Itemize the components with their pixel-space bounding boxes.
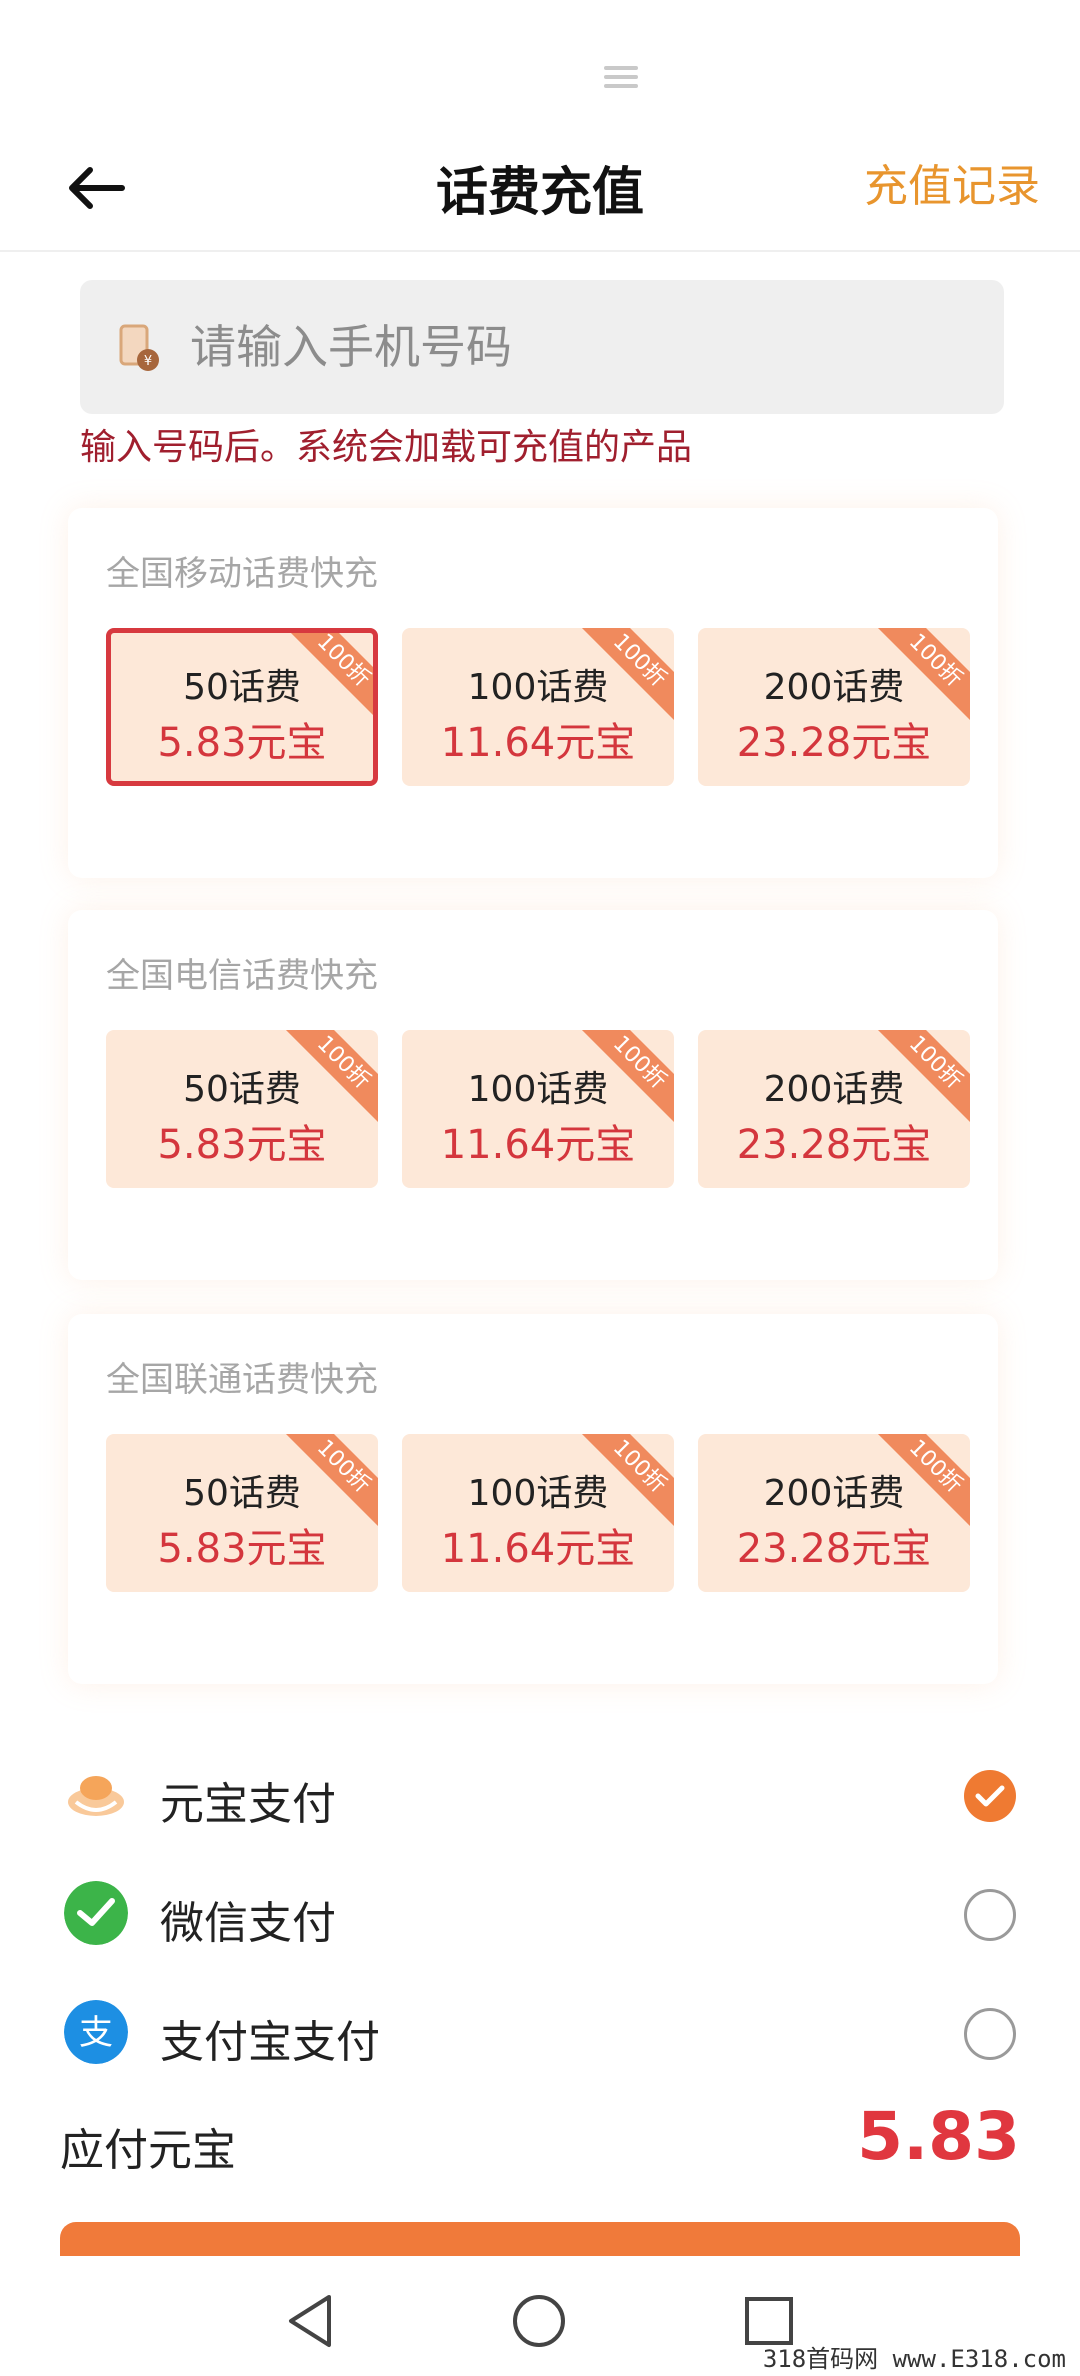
phone-input-container[interactable]: ¥ (80, 280, 1004, 414)
recharge-card[interactable]: 100折 200话费 23.28元宝 (698, 1434, 970, 1592)
payment-radio[interactable] (964, 1889, 1016, 1941)
card-price: 11.64元宝 (440, 1526, 636, 1572)
recharge-card[interactable]: 100折 50话费 5.83元宝 (106, 1030, 378, 1188)
nav-home-button[interactable] (504, 2286, 574, 2356)
card-face-value: 100话费 (467, 1473, 609, 1514)
phone-coin-icon: ¥ (119, 324, 159, 371)
recharge-card[interactable]: 100折 100话费 11.64元宝 (402, 628, 674, 786)
payment-label: 支付宝支付 (160, 2017, 380, 2068)
recharge-card[interactable]: 100折 50话费 5.83元宝 (106, 628, 378, 786)
circle-home-icon (513, 2295, 565, 2347)
recharge-card[interactable]: 100折 200话费 23.28元宝 (698, 1030, 970, 1188)
payment-option-alipay[interactable]: 支 支付宝支付 (60, 1982, 1020, 2082)
unicom-recharge-section: 全国联通话费快充 100折 50话费 5.83元宝 100折 100话费 11.… (68, 1314, 998, 1684)
card-face-value: 50话费 (183, 667, 301, 708)
top-nav-bar: 话费充值 充值记录 (0, 120, 1080, 252)
payment-option-wechat[interactable]: 微信支付 (60, 1863, 1020, 1963)
watermark-text: 318首码网 www.E318.com (762, 2345, 1066, 2373)
card-price: 5.83元宝 (157, 1122, 327, 1168)
nav-back-button[interactable] (276, 2286, 346, 2356)
system-nav-bar: 318首码网 www.E318.com (0, 2256, 1080, 2376)
svg-text:¥: ¥ (144, 354, 152, 369)
card-face-value: 50话费 (183, 1069, 301, 1110)
payment-label: 微信支付 (160, 1898, 336, 1949)
recharge-card[interactable]: 100折 50话费 5.83元宝 (106, 1434, 378, 1592)
check-icon (975, 1785, 1005, 1807)
recharge-card[interactable]: 100折 100话费 11.64元宝 (402, 1434, 674, 1592)
recharge-history-link[interactable]: 充值记录 (864, 150, 1040, 214)
input-hint-text: 输入号码后。系统会加载可充值的产品 (80, 427, 693, 468)
card-price: 23.28元宝 (736, 720, 932, 766)
card-price: 5.83元宝 (157, 720, 327, 766)
signal-icon (604, 66, 638, 92)
card-price: 11.64元宝 (440, 720, 636, 766)
payment-option-yuanbao[interactable]: 元宝支付 (60, 1744, 1020, 1844)
payment-label: 元宝支付 (160, 1779, 336, 1830)
card-face-value: 200话费 (763, 1069, 905, 1110)
alipay-icon: 支 (64, 2000, 128, 2064)
card-price: 23.28元宝 (736, 1122, 932, 1168)
yuanbao-icon (68, 1776, 124, 1816)
status-bar (0, 0, 1080, 120)
card-price: 23.28元宝 (736, 1526, 932, 1572)
telecom-recharge-section: 全国电信话费快充 100折 50话费 5.83元宝 100折 100话费 11.… (68, 910, 998, 1280)
amount-due-label: 应付元宝 (60, 2125, 236, 2176)
section-title: 全国联通话费快充 (106, 1360, 378, 1400)
phone-number-input[interactable] (190, 280, 970, 414)
card-face-value: 50话费 (183, 1473, 301, 1514)
recharge-card[interactable]: 100折 200话费 23.28元宝 (698, 628, 970, 786)
amount-due-value: 5.83 (857, 2098, 1020, 2175)
section-title: 全国电信话费快充 (106, 956, 378, 996)
mobile-recharge-section: 全国移动话费快充 100折 50话费 5.83元宝 100折 100话费 11.… (68, 508, 998, 878)
wechat-icon (64, 1881, 128, 1945)
card-face-value: 100话费 (467, 1069, 609, 1110)
payment-radio-checked[interactable] (964, 1770, 1016, 1822)
recharge-card[interactable]: 100折 100话费 11.64元宝 (402, 1030, 674, 1188)
card-face-value: 200话费 (763, 1473, 905, 1514)
card-face-value: 100话费 (467, 667, 609, 708)
svg-text:支: 支 (79, 2013, 113, 2053)
payment-radio[interactable] (964, 2008, 1016, 2060)
card-price: 5.83元宝 (157, 1526, 327, 1572)
triangle-back-icon (289, 2295, 331, 2347)
card-price: 11.64元宝 (440, 1122, 636, 1168)
section-title: 全国移动话费快充 (106, 554, 378, 594)
card-face-value: 200话费 (763, 667, 905, 708)
